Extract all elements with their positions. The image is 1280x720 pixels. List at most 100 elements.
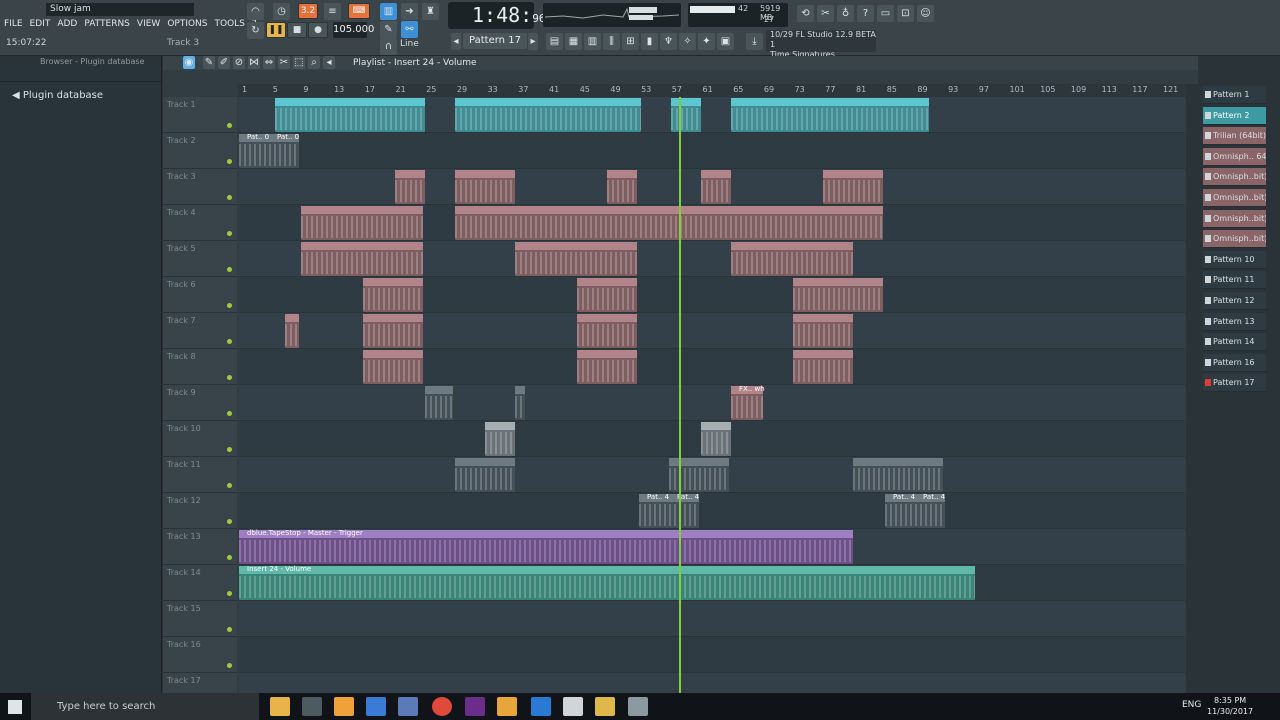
track-mute-led[interactable] — [227, 375, 232, 380]
clip-pat0b[interactable]: Pat.. 0 — [269, 133, 299, 168]
taskbar-search[interactable]: Type here to search — [31, 693, 259, 720]
plugin-icon[interactable]: ▮ — [641, 33, 658, 50]
pattern-item[interactable]: Pattern 1 — [1203, 86, 1266, 104]
chrome-icon[interactable] — [432, 697, 452, 716]
metronome-icon[interactable]: ◷ — [273, 3, 290, 20]
pattern-clip[interactable] — [395, 170, 425, 204]
pattern-clip[interactable] — [671, 98, 701, 132]
pattern-item[interactable]: Omnisph..bit) #5 — [1203, 230, 1266, 249]
draw-icon[interactable]: ✎ — [380, 21, 397, 38]
pattern-clip[interactable] — [485, 422, 515, 456]
track-lane[interactable] — [239, 637, 1185, 673]
pattern-selector[interactable]: Pattern 17 — [463, 33, 527, 49]
pattern-clip[interactable] — [731, 98, 929, 132]
pattern-clip[interactable] — [793, 350, 853, 384]
pattern-clip[interactable] — [425, 386, 453, 420]
chat-icon[interactable]: ☺ — [917, 5, 934, 22]
track-header[interactable]: Track 16 — [163, 637, 237, 673]
undo-icon[interactable]: ⟲ — [797, 5, 814, 22]
pattern-item[interactable]: Pattern 16 — [1203, 353, 1266, 372]
menu-item-edit[interactable]: EDIT — [30, 17, 51, 31]
tuning-icon[interactable]: ♆ — [660, 33, 677, 50]
pattern-clip[interactable] — [285, 314, 299, 348]
pattern-clip[interactable] — [301, 242, 423, 276]
pattern-clip[interactable] — [607, 170, 637, 204]
track-header[interactable]: Track 4 — [163, 205, 237, 241]
pattern-item[interactable]: Pattern 12 — [1203, 292, 1266, 310]
stop-button[interactable]: ■ — [287, 22, 307, 38]
vertical-scrollbar[interactable] — [1186, 84, 1198, 693]
fl-studio-2-icon[interactable] — [497, 697, 517, 716]
store-icon[interactable] — [334, 697, 354, 716]
pattern-clip[interactable] — [363, 350, 423, 384]
track-header[interactable]: Track 3 — [163, 169, 237, 205]
pattern-item[interactable]: Pattern 14 — [1203, 333, 1266, 352]
clip-insert24[interactable]: Insert 24 - Volume — [239, 565, 975, 600]
pattern-clip[interactable] — [515, 242, 637, 276]
edge-icon[interactable] — [531, 697, 551, 716]
arrow-icon[interactable]: ➜ — [401, 3, 418, 20]
track-header[interactable]: Track 5 — [163, 241, 237, 277]
clip-pat4d[interactable]: Pat.. 4 — [915, 493, 945, 528]
track-header[interactable]: Track 10 — [163, 421, 237, 457]
clip-fxwh[interactable]: FX.. wh — [731, 385, 765, 420]
file-explorer-icon[interactable] — [270, 697, 290, 716]
track-mute-led[interactable] — [227, 159, 232, 164]
arrangement-grid[interactable]: Pat.. 0 Pat.. 0 FX.. wh Pat.. 4 Pat.. 4 Pat..… — [239, 97, 1185, 693]
track-mute-led[interactable] — [227, 411, 232, 416]
playlist-icon[interactable]: ▤ — [546, 33, 563, 50]
pattern-clip[interactable] — [731, 242, 853, 276]
track-mute-led[interactable] — [227, 663, 232, 668]
track-header[interactable]: Track 14 — [163, 565, 237, 601]
track-lane[interactable] — [239, 349, 1185, 385]
track-header[interactable]: Track 6 — [163, 277, 237, 313]
pattern-clip[interactable] — [823, 170, 883, 204]
clip-pat4a[interactable]: Pat.. 4 — [639, 493, 669, 528]
mail-2-icon[interactable] — [563, 697, 583, 716]
track-lane[interactable]: FX.. wh — [239, 385, 1185, 421]
mail-icon[interactable] — [366, 697, 386, 716]
pattern-clip[interactable] — [455, 98, 641, 132]
pattern-clip[interactable] — [275, 98, 425, 132]
track-lane[interactable]: Pat.. 4 Pat.. 4 Pat.. 4 Pat.. 4 — [239, 493, 1185, 529]
link-icon[interactable]: ⚯ — [401, 21, 418, 38]
timeline-ruler[interactable]: 1 5 9 13 17 21 25 29 33 37 41 45 49 53 57 61 65 69 73 77 81 8… — [238, 84, 1188, 97]
track-header[interactable]: Track 11 — [163, 457, 237, 493]
pattern-song-toggle[interactable]: 3.2 — [298, 3, 318, 19]
track-mute-led[interactable] — [227, 447, 232, 452]
record-button[interactable]: ● — [308, 22, 328, 38]
pattern-clip[interactable] — [577, 278, 637, 312]
pattern-clip[interactable] — [301, 206, 423, 240]
master-volume-icon[interactable]: ◠ — [247, 3, 264, 20]
app-icon[interactable] — [398, 697, 418, 716]
menu-item-options[interactable]: OPTIONS — [167, 17, 207, 31]
pencil-icon[interactable]: ✎ — [203, 56, 215, 69]
tray-language[interactable]: ENG — [1182, 700, 1201, 710]
pattern-item[interactable]: Pattern 2 — [1203, 106, 1266, 125]
track-lane[interactable]: Insert 24 - Volume — [239, 565, 1185, 601]
media-icon[interactable] — [595, 697, 615, 716]
slice-icon[interactable]: ✂ — [278, 56, 290, 69]
pattern-clip[interactable] — [455, 170, 515, 204]
menu-item-tools[interactable]: TOOLS — [215, 17, 245, 31]
pattern-item[interactable]: Trilian (64bit) — [1203, 127, 1266, 146]
pattern-clip[interactable] — [455, 458, 515, 492]
track-header[interactable]: Track 12 — [163, 493, 237, 529]
pattern-item[interactable]: Pattern 11 — [1203, 271, 1266, 290]
track-lane[interactable] — [239, 601, 1185, 637]
clip-pat4b[interactable]: Pat.. 4 — [669, 493, 699, 528]
typing-keyboard-button[interactable]: ⌨ — [348, 3, 370, 19]
mute-icon[interactable]: ⋈ — [248, 56, 260, 69]
cut-icon[interactable]: ✂ — [817, 5, 834, 22]
track-lane[interactable] — [239, 205, 1185, 241]
pattern-item[interactable]: Omnisph..bit) #3 — [1203, 189, 1266, 207]
pattern-item[interactable]: Omnisph..bit) #2 — [1203, 168, 1266, 187]
track-mute-led[interactable] — [227, 339, 232, 344]
brush-icon[interactable]: ✐ — [218, 56, 230, 69]
pattern-clip[interactable] — [577, 314, 637, 348]
channel-rack-icon[interactable]: ▦ — [565, 33, 582, 50]
mic-icon[interactable]: ♁ — [837, 5, 854, 22]
tray-clock[interactable]: 8:35 PM 11/30/2017 — [1207, 695, 1253, 717]
track-mute-led[interactable] — [227, 231, 232, 236]
wrench-icon[interactable]: ✧ — [679, 33, 696, 50]
